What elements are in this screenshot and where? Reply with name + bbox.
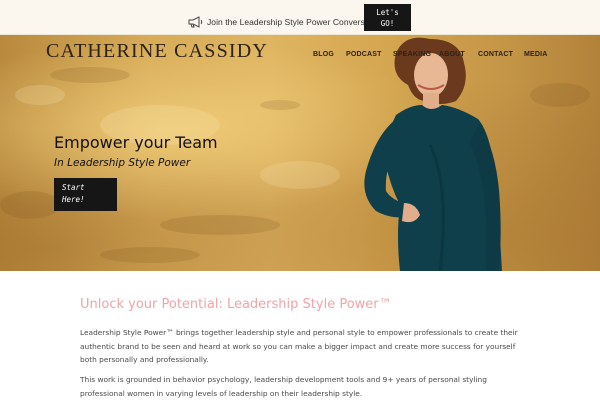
site-logo[interactable]: CATHERINE CASSIDY	[46, 40, 268, 63]
intro-paragraph: Leadership Style Power™ brings together …	[80, 328, 518, 364]
nav-item-podcast[interactable]: PODCAST	[346, 51, 393, 58]
hero-headline: Empower your Team	[54, 133, 218, 152]
start-here-button[interactable]: Start Here!	[54, 178, 117, 211]
announcement-text: Join the Leadership Style Power Conversa…	[207, 17, 386, 27]
nav-item-about[interactable]: ABOUT	[439, 51, 478, 58]
megaphone-icon	[188, 16, 203, 28]
background-paragraph: This work is grounded in behavior psycho…	[80, 375, 487, 398]
start-here-line1: Start	[62, 183, 85, 192]
lets-go-button-line2: GO!	[380, 19, 395, 28]
lets-go-button[interactable]: Let's GO!	[364, 4, 411, 31]
hero-subheadline: In Leadership Style Power	[54, 157, 191, 169]
lets-go-button-line1: Let's	[376, 8, 399, 17]
nav-item-blog[interactable]: BLOG	[313, 51, 346, 58]
woman-portrait	[364, 37, 502, 271]
announcement-bar: Join the Leadership Style Power Conversa…	[0, 0, 600, 35]
nav-item-contact[interactable]: CONTACT	[478, 51, 524, 58]
nav-item-speaking[interactable]: SPEAKING	[393, 51, 439, 58]
start-here-line2: Here!	[62, 195, 85, 204]
intro-section: Unlock your Potential: Leadership Style …	[0, 271, 600, 400]
main-nav: BLOG PODCAST SPEAKING ABOUT CONTACT MEDI…	[313, 51, 548, 58]
announcement[interactable]: Join the Leadership Style Power Conversa…	[188, 15, 386, 29]
nav-item-media[interactable]: MEDIA	[524, 51, 548, 58]
section-heading: Unlock your Potential: Leadership Style …	[80, 297, 392, 312]
hero-banner: CATHERINE CASSIDY BLOG PODCAST SPEAKING …	[0, 35, 600, 271]
